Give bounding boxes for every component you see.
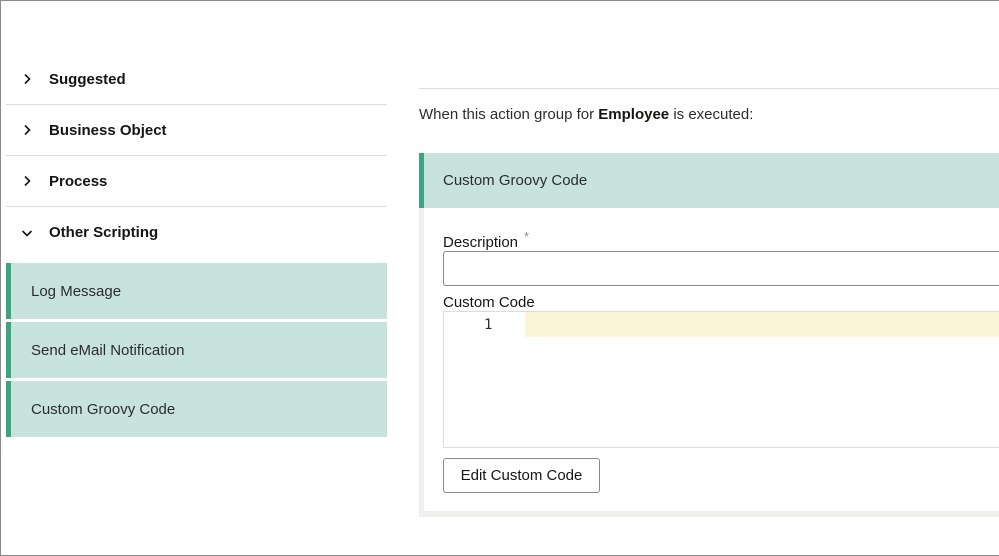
required-marker: * [524,229,530,244]
section-process[interactable]: Process [6,156,387,207]
custom-groovy-action-card: Custom Groovy Code Description * Custom C… [419,153,999,517]
custom-code-label: Custom Code [443,294,535,311]
business-object-name: Employee [598,106,670,123]
description-input[interactable] [443,251,999,286]
chevron-right-icon [20,123,34,137]
action-group-intro: When this action group for Employee is e… [419,106,754,123]
section-label: Suggested [49,70,126,88]
other-scripting-items: Log Message Send eMail Notification Cust… [6,263,387,437]
line-number: 1 [484,317,493,333]
palette-item-custom-groovy[interactable]: Custom Groovy Code [6,381,387,437]
active-line-highlight[interactable] [525,312,999,337]
chevron-right-icon [20,174,34,188]
card-body: Description * Custom Code 1 Edit Custom C… [424,208,999,511]
line-gutter: 1 [444,312,524,447]
chevron-down-icon [20,226,34,240]
description-label: Description * [443,229,530,251]
card-title[interactable]: Custom Groovy Code [419,153,999,208]
code-editor[interactable]: 1 [443,311,999,448]
palette-item-send-email[interactable]: Send eMail Notification [6,322,387,378]
section-label: Other Scripting [49,224,159,241]
section-label: Business Object [49,121,167,139]
section-other-scripting[interactable]: Other Scripting [6,207,387,258]
edit-custom-code-button[interactable]: Edit Custom Code [443,458,600,493]
divider [419,88,999,89]
section-suggested[interactable]: Suggested [6,54,387,105]
chevron-right-icon [20,72,34,86]
action-palette: Suggested Business Object Process Other … [6,54,387,440]
section-business-object[interactable]: Business Object [6,105,387,156]
section-label: Process [49,172,108,190]
palette-item-log-message[interactable]: Log Message [6,263,387,319]
